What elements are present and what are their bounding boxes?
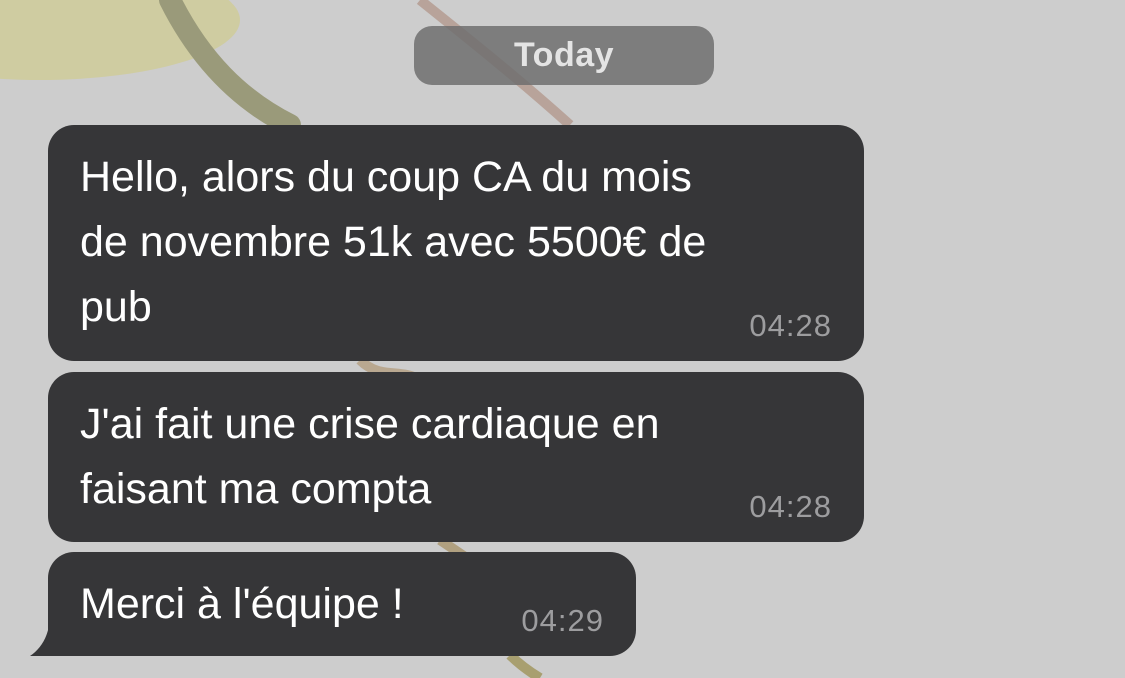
message-text: J'ai fait une crise cardiaque en faisant… <box>80 400 660 513</box>
message-bubble[interactable]: Merci à l'équipe ! 04:29 <box>48 552 636 656</box>
message-timestamp: 04:28 <box>749 308 832 343</box>
date-separator: Today <box>414 26 714 85</box>
message-timestamp: 04:29 <box>521 603 604 638</box>
message-bubble[interactable]: J'ai fait une crise cardiaque en faisant… <box>48 372 864 542</box>
message-bubble[interactable]: Hello, alors du coup CA du mois de novem… <box>48 125 864 361</box>
message-text: Hello, alors du coup CA du mois de novem… <box>80 153 707 331</box>
date-separator-label: Today <box>513 36 615 74</box>
message-timestamp: 04:28 <box>749 489 832 524</box>
